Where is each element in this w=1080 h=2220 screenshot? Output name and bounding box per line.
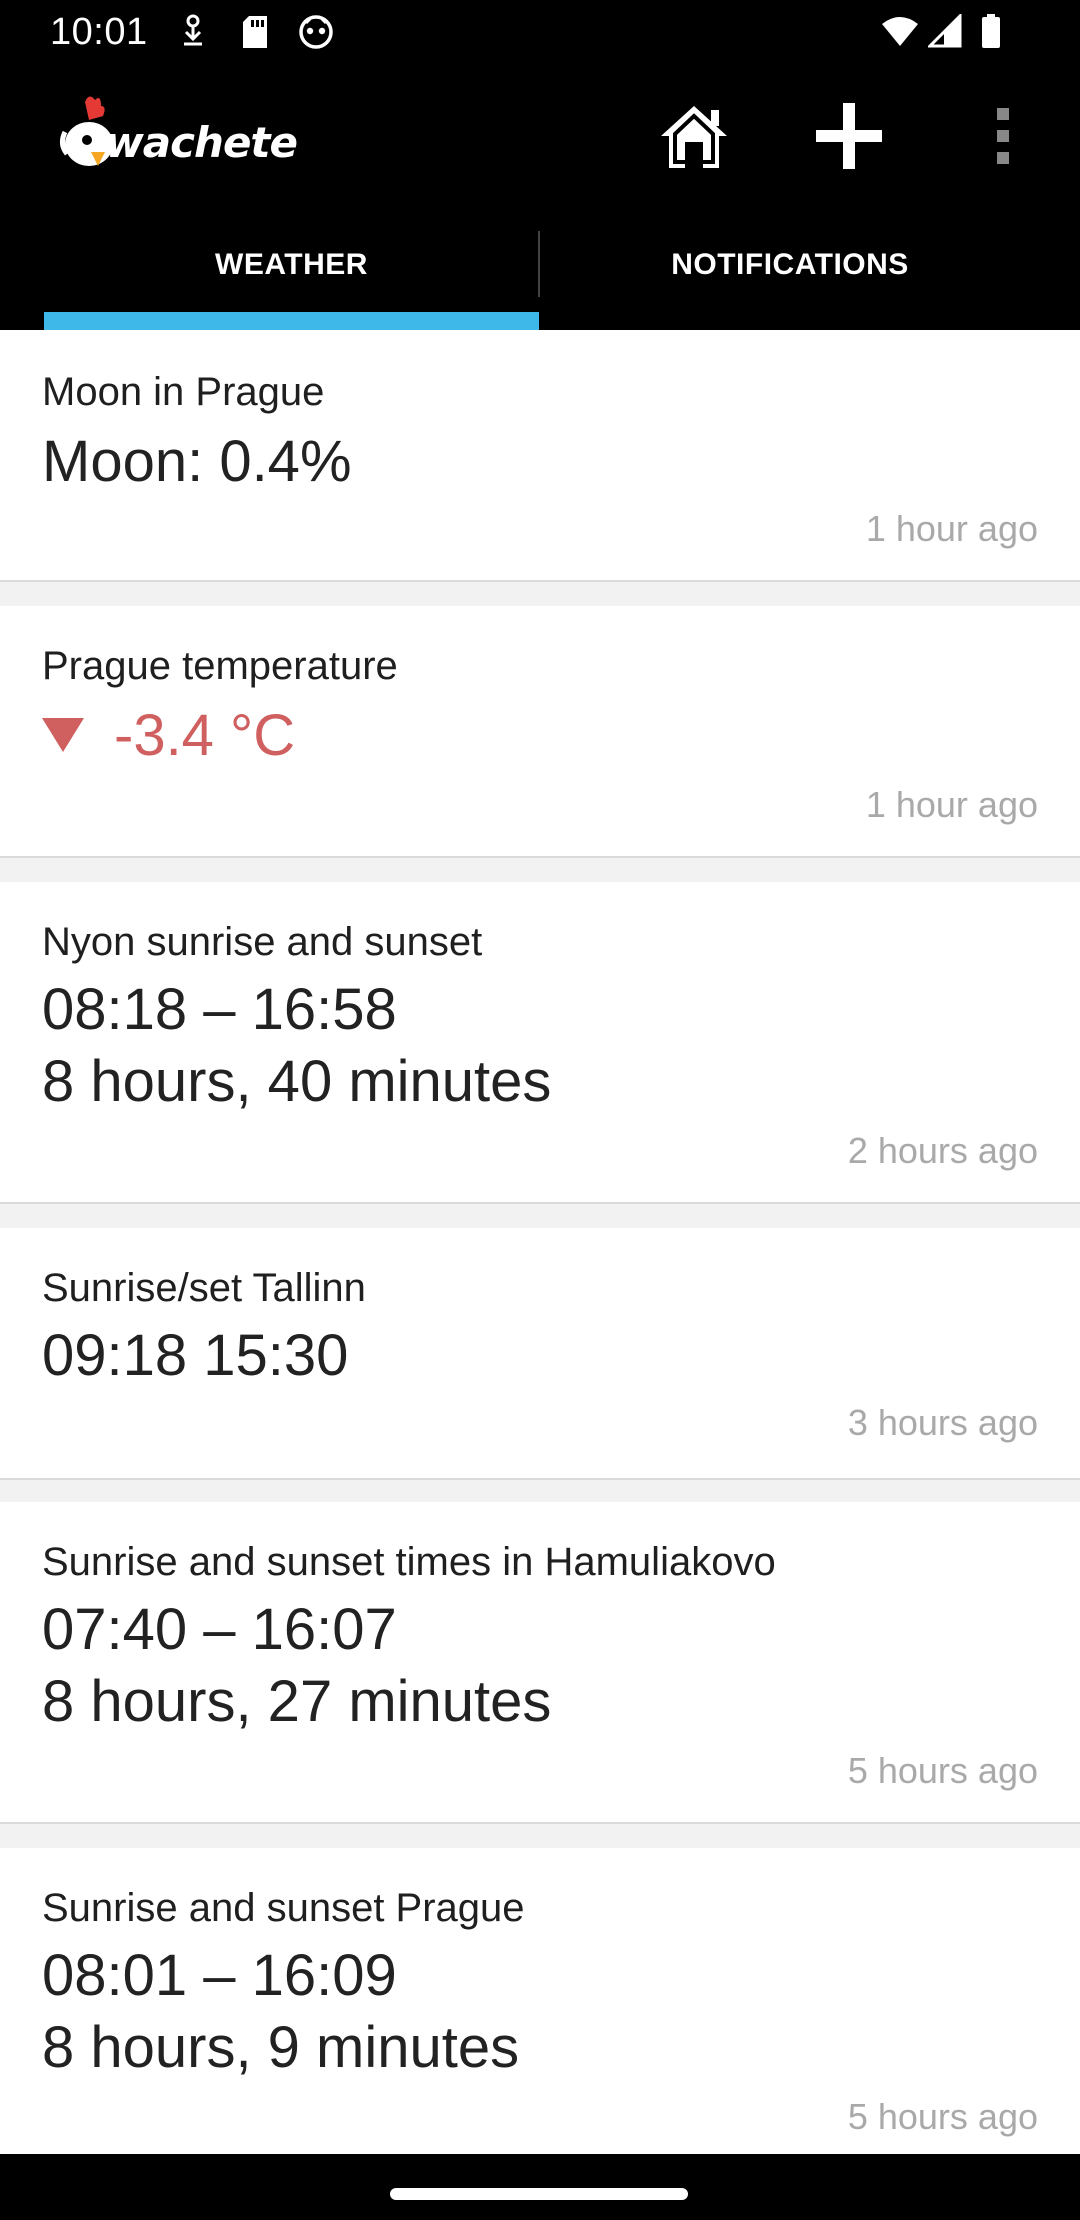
logo-text: wachete — [105, 118, 298, 167]
add-icon — [816, 103, 882, 169]
home-gesture-handle[interactable] — [390, 2188, 688, 2200]
more-icon — [997, 108, 1009, 164]
status-bar: 10:01 — [0, 0, 1080, 66]
tab-bar: WEATHER NOTIFICATIONS — [0, 200, 1080, 330]
item-title: Moon in Prague — [42, 370, 325, 414]
list-item[interactable]: Sunrise and sunset times in Hamuliakovo … — [0, 1502, 1080, 1824]
more-options-button[interactable] — [961, 94, 1045, 178]
item-title: Sunrise and sunset times in Hamuliakovo — [42, 1540, 776, 1584]
item-title: Sunrise and sunset Prague — [42, 1886, 525, 1930]
game-icon — [297, 14, 335, 55]
list-item[interactable]: Prague temperature -3.4 °C 1 hour ago — [0, 606, 1080, 858]
app-bar: wachete WEATHER NOTIFICATIONS — [0, 66, 1080, 330]
item-value-text: -3.4 °C — [114, 703, 296, 768]
item-title: Sunrise/set Tallinn — [42, 1266, 366, 1310]
home-button[interactable] — [652, 94, 736, 178]
item-timestamp: 1 hour ago — [865, 508, 1038, 549]
list-item[interactable]: Nyon sunrise and sunset 08:18 – 16:58 8 … — [0, 882, 1080, 1204]
list-item[interactable]: Sunrise/set Tallinn 09:18 15:30 3 hours … — [0, 1228, 1080, 1480]
sd-card-icon — [240, 14, 270, 55]
item-timestamp: 5 hours ago — [847, 1750, 1038, 1791]
list-item[interactable]: Sunrise and sunset Prague 08:01 – 16:09 … — [0, 1848, 1080, 2154]
item-value: 09:18 15:30 — [42, 1323, 349, 1388]
selected-tab-indicator — [44, 312, 539, 330]
item-value: 08:18 – 16:58 8 hours, 40 minutes — [42, 977, 552, 1114]
wifi-icon — [880, 14, 920, 55]
list-item[interactable]: Moon in Prague Moon: 0.4% 1 hour ago — [0, 330, 1080, 582]
tab-weather[interactable]: WEATHER — [44, 200, 539, 330]
item-timestamp: 3 hours ago — [847, 1402, 1038, 1443]
trend-down-icon — [42, 717, 84, 752]
add-button[interactable] — [807, 94, 891, 178]
item-value: -3.4 °C — [42, 700, 295, 772]
cell-signal-icon — [926, 12, 962, 55]
item-value: Moon: 0.4% — [42, 429, 352, 494]
navigation-bar — [0, 2154, 1080, 2220]
item-title: Nyon sunrise and sunset — [42, 920, 483, 964]
screen: 10:01 wachete WEATHER NOTIFICATIONS Moon… — [0, 0, 1080, 2220]
item-timestamp: 5 hours ago — [847, 2096, 1038, 2137]
item-value: 08:01 – 16:09 8 hours, 9 minutes — [42, 1943, 520, 2080]
battery-icon — [980, 14, 1002, 55]
item-timestamp: 1 hour ago — [865, 784, 1038, 825]
item-title: Prague temperature — [42, 644, 398, 688]
item-timestamp: 2 hours ago — [847, 1130, 1038, 1171]
status-time: 10:01 — [50, 11, 148, 53]
download-icon — [178, 14, 208, 55]
home-icon — [661, 106, 727, 168]
monitor-list[interactable]: Moon in Prague Moon: 0.4% 1 hour ago Pra… — [0, 330, 1080, 2154]
tab-notifications[interactable]: NOTIFICATIONS — [540, 200, 1040, 330]
wachete-logo[interactable]: wachete — [55, 92, 298, 176]
item-value: 07:40 – 16:07 8 hours, 27 minutes — [42, 1597, 552, 1734]
